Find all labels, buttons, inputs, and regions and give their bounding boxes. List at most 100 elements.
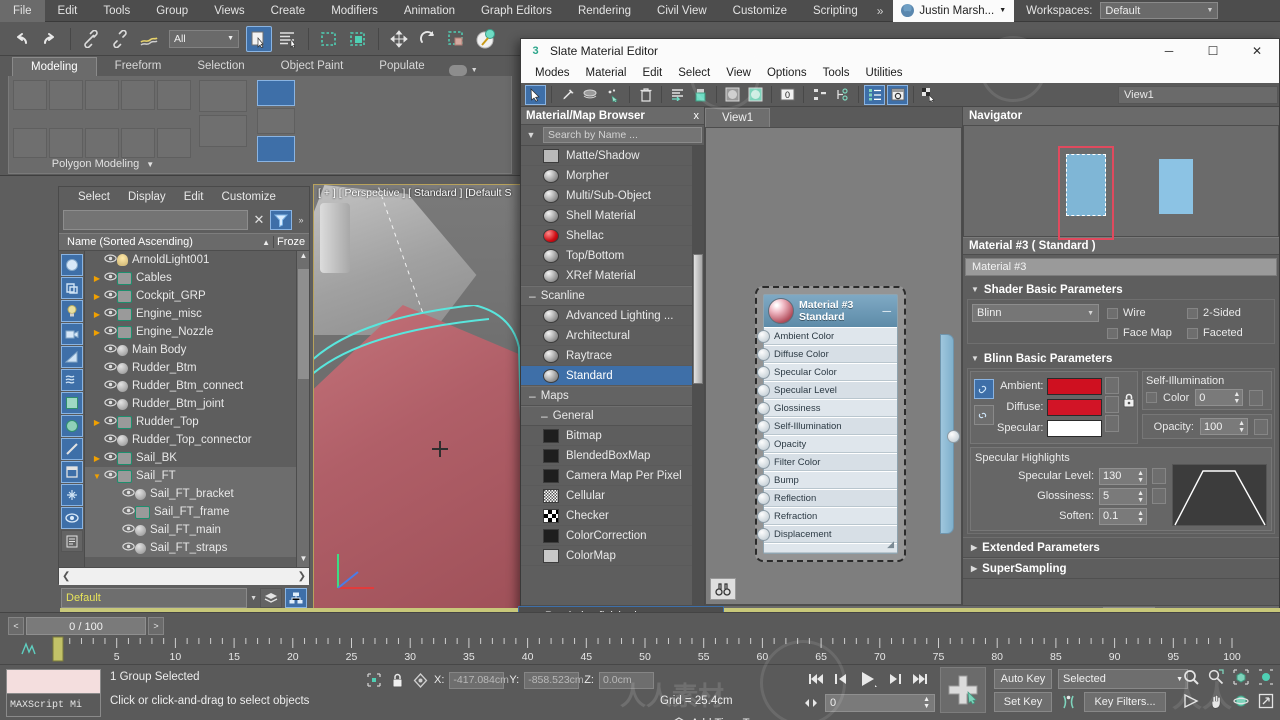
select-object-button[interactable] — [246, 25, 272, 52]
preserve-uvs-icon[interactable] — [157, 128, 191, 158]
pick-material-eyedropper-icon[interactable] — [557, 85, 578, 105]
undo-button[interactable] — [8, 26, 34, 52]
ribbon-tab-modeling[interactable]: Modeling — [12, 57, 97, 76]
menu-overflow-icon[interactable]: » — [871, 4, 890, 18]
shader-type-select[interactable]: Blinn ▼ — [972, 304, 1099, 322]
orbit-icon[interactable] — [1231, 691, 1251, 711]
maximize-viewport-toggle-icon[interactable] — [1256, 691, 1276, 711]
slate-node-canvas[interactable]: Material #3 Standard ─ Ambient Color Diff… — [705, 127, 962, 605]
table-row[interactable]: ▼ Sail_FT — [85, 467, 309, 485]
ignore-backfacing-icon[interactable] — [257, 108, 295, 134]
visibility-eye-icon[interactable] — [103, 272, 117, 284]
table-row[interactable]: ▶ Cockpit_GRP — [85, 287, 309, 305]
repeat-last-icon[interactable] — [49, 128, 83, 158]
list-item[interactable]: Morpher — [521, 166, 704, 186]
explorer-vscrollbar[interactable]: ▲ ▼ — [296, 251, 309, 567]
visibility-eye-icon[interactable] — [103, 308, 117, 320]
scroll-down-icon[interactable]: ▼ — [297, 554, 309, 567]
material-node-material-3[interactable]: Material #3 Standard ─ Ambient Color Diff… — [755, 286, 960, 562]
key-filters-button[interactable]: Key Filters... — [1084, 692, 1166, 712]
checkbox-face-map[interactable]: Face Map — [1107, 327, 1187, 339]
frame-display[interactable]: 0 / 100 — [26, 617, 146, 635]
node-input-socket[interactable] — [757, 366, 770, 379]
menu-group[interactable]: Group — [143, 0, 201, 22]
filter-cameras-icon[interactable] — [61, 323, 83, 345]
glossiness-map-button[interactable] — [1152, 488, 1166, 504]
explorer-menu-select[interactable]: Select — [69, 191, 119, 203]
border-subobject-icon[interactable] — [85, 80, 119, 110]
reference-coordinate-icon[interactable] — [473, 26, 499, 52]
node-input-socket[interactable] — [757, 384, 770, 397]
table-row[interactable]: ▶ Engine_misc — [85, 305, 309, 323]
filter-xrefs-icon[interactable] — [61, 415, 83, 437]
visibility-eye-icon[interactable] — [103, 398, 117, 410]
slate-menu-select[interactable]: Select — [670, 67, 718, 79]
list-item[interactable]: BlendedBoxMap — [521, 446, 704, 466]
ambient-color-swatch[interactable] — [1047, 377, 1103, 395]
slate-menu-tools[interactable]: Tools — [815, 67, 858, 79]
filter-bones-icon[interactable] — [61, 438, 83, 460]
visibility-eye-icon[interactable] — [103, 344, 117, 356]
filter-frozen-icon[interactable] — [61, 461, 83, 483]
filter-icon[interactable] — [270, 210, 292, 230]
next-frame-button[interactable]: > — [148, 617, 164, 635]
time-slider-handle[interactable] — [52, 636, 64, 662]
hierarchy-view-icon[interactable] — [285, 588, 307, 608]
timeline-ruler[interactable]: 5 10 15 20 25 30 35 40 45 50 55 60 65 70 75 80 85 90 95 100 — [0, 636, 1280, 664]
specular-map-button[interactable] — [1105, 415, 1120, 432]
expand-triangle-icon[interactable]: ▶ — [91, 292, 103, 301]
table-row[interactable]: ▶ Cables — [85, 269, 309, 287]
set-key-button[interactable] — [940, 667, 986, 713]
spinner-arrows-icon[interactable]: ▲ ▼ — [1137, 490, 1144, 504]
visibility-eye-icon[interactable] — [103, 434, 117, 446]
lock-ambient-diffuse-icon[interactable] — [1122, 376, 1136, 439]
browser-close-icon[interactable]: x — [694, 110, 700, 122]
current-frame-spinner[interactable]: 0 ▲ ▼ — [825, 694, 935, 712]
chevron-down-icon[interactable]: ▼ — [250, 595, 257, 602]
self-illum-color-checkbox[interactable] — [1146, 392, 1157, 403]
specular-level-spinner[interactable]: 130 ▲ ▼ — [1099, 467, 1147, 485]
node-socket-row[interactable]: Ambient Color — [757, 327, 897, 345]
list-item[interactable]: Cellular — [521, 486, 704, 506]
select-and-link-icon[interactable] — [78, 26, 104, 52]
visibility-eye-icon[interactable] — [103, 326, 117, 338]
show-background-icon[interactable] — [745, 85, 766, 105]
user-account-menu[interactable]: Justin Marsh... ▼ — [893, 0, 1015, 22]
visibility-eye-icon[interactable] — [121, 488, 135, 500]
track-bar-icon[interactable] — [21, 642, 36, 655]
glossiness-spinner[interactable]: 5 ▲ ▼ — [1099, 487, 1147, 505]
show-end-result-zero-icon[interactable]: 0 — [777, 85, 798, 105]
window-crossing-toggle-icon[interactable] — [345, 26, 371, 52]
table-row[interactable]: Sail_FT_frame — [85, 503, 309, 521]
table-row[interactable]: Sail_FT_bracket — [85, 485, 309, 503]
selection-lock-region-icon[interactable] — [365, 671, 383, 689]
material-name-field[interactable]: Material #3 — [965, 258, 1277, 276]
assign-material-to-selection-icon[interactable] — [580, 85, 601, 105]
visibility-eye-icon[interactable] — [103, 290, 117, 302]
node-socket-row[interactable]: Filter Color — [757, 453, 897, 471]
slate-menu-material[interactable]: Material — [578, 67, 635, 79]
zoom-extents-all-icon[interactable] — [1256, 667, 1276, 687]
node-input-socket[interactable] — [757, 420, 770, 433]
list-item[interactable]: XRef Material — [521, 266, 704, 286]
filter-space-warps-icon[interactable] — [61, 369, 83, 391]
browser-group-header[interactable]: – Scanline — [521, 286, 704, 306]
menu-modifiers[interactable]: Modifiers — [318, 0, 391, 22]
pan-view-icon[interactable] — [1206, 691, 1226, 711]
checkbox-faceted[interactable]: Faceted — [1187, 327, 1267, 339]
navigator-minimap[interactable] — [963, 125, 1279, 240]
rectangular-selection-region-icon[interactable] — [316, 26, 342, 52]
menu-scripting[interactable]: Scripting — [800, 0, 871, 22]
tab-view1[interactable]: View1 — [705, 108, 771, 127]
maxscript-mini-listener[interactable]: MAXScript Mi — [6, 669, 101, 717]
node-input-socket[interactable] — [757, 330, 770, 343]
node-socket-row[interactable]: Bump — [757, 471, 897, 489]
explorer-options-icon[interactable] — [61, 530, 83, 552]
polygon-subobject-icon[interactable] — [121, 80, 155, 110]
slate-menu-edit[interactable]: Edit — [634, 67, 670, 79]
show-shaded-material-in-viewport-icon[interactable] — [603, 85, 624, 105]
soften-spinner[interactable]: 0.1 ▲ ▼ — [1099, 507, 1147, 525]
spinner-arrows-icon[interactable]: ▲ ▼ — [1238, 420, 1245, 434]
spinner-arrows-icon[interactable]: ▲ ▼ — [1137, 510, 1144, 524]
ribbon-minimize-icon[interactable] — [448, 65, 467, 76]
